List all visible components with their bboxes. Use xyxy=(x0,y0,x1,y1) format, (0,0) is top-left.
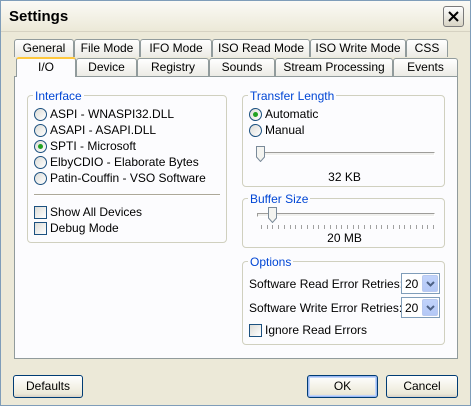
chevron-down-icon xyxy=(426,281,435,287)
tab-events[interactable]: Events xyxy=(393,58,458,76)
slider-tick xyxy=(341,225,343,229)
close-icon xyxy=(448,11,459,22)
slider-tick xyxy=(347,225,348,229)
slider-tick xyxy=(278,225,280,229)
tab-device[interactable]: Device xyxy=(76,58,137,76)
radio-label: ASAPI - ASAPI.DLL xyxy=(50,123,157,137)
radio-label: Automatic xyxy=(265,107,319,121)
slider-tick xyxy=(404,225,406,229)
read-retries-label: Software Read Error Retries: xyxy=(249,277,404,291)
radio-label: ASPI - WNASPI32.DLL xyxy=(50,107,175,121)
slider-tick xyxy=(387,225,389,229)
slider-tick xyxy=(375,225,377,229)
dropdown-button[interactable] xyxy=(422,275,438,292)
slider-tick xyxy=(421,225,423,229)
slider-tick xyxy=(266,225,268,229)
slider-tick xyxy=(427,225,429,229)
options-label: Options xyxy=(248,255,294,269)
slider-tick xyxy=(295,225,297,229)
slider-tick xyxy=(301,225,303,229)
checkbox[interactable] xyxy=(249,324,262,337)
radio-label: Patin-Couffin - VSO Software xyxy=(50,171,206,185)
checkbox-label: Debug Mode xyxy=(50,221,119,235)
radio-label: Manual xyxy=(265,123,305,137)
tab-css[interactable]: CSS xyxy=(406,39,448,57)
slider-tick xyxy=(312,225,314,229)
radio-button-selected[interactable] xyxy=(34,140,47,153)
checkbox-label: Show All Devices xyxy=(50,205,143,219)
read-retries-select[interactable]: 20 xyxy=(401,273,440,294)
radio-button-selected[interactable] xyxy=(249,108,262,121)
tab-ifo-mode[interactable]: IFO Mode xyxy=(140,39,212,57)
checkbox[interactable] xyxy=(34,206,47,219)
slider-thumb[interactable] xyxy=(256,146,265,162)
tab-registry[interactable]: Registry xyxy=(137,58,209,76)
radio-label: ElbyCDIO - Elaborate Bytes xyxy=(50,155,199,169)
settings-window: Settings General File Mode IFO Mode ISO … xyxy=(0,0,471,406)
slider-ticks xyxy=(261,225,434,229)
write-retries-label: Software Write Error Retries: xyxy=(249,301,403,315)
slider-tick xyxy=(283,225,285,229)
slider-tick xyxy=(289,225,291,229)
radio-button[interactable] xyxy=(249,124,262,137)
slider-tick xyxy=(306,225,308,229)
tab-general[interactable]: General xyxy=(14,39,74,57)
slider-tick xyxy=(364,225,366,229)
radio-button[interactable] xyxy=(34,156,47,169)
write-retries-select[interactable]: 20 xyxy=(401,297,440,318)
title-bar: Settings xyxy=(1,1,470,32)
close-button[interactable] xyxy=(443,6,464,27)
transfer-length-label: Transfer Length xyxy=(248,89,337,103)
buffer-size-label: Buffer Size xyxy=(248,192,311,206)
slider-tick xyxy=(398,225,400,229)
slider-tick xyxy=(410,225,412,229)
tab-iso-write-mode[interactable]: ISO Write Mode xyxy=(310,39,406,57)
slider-tick xyxy=(272,225,274,229)
buffer-size-value: 20 MB xyxy=(327,231,362,245)
separator xyxy=(34,194,220,196)
slider-tick xyxy=(352,225,354,229)
slider-tick xyxy=(381,225,383,229)
select-value: 20 xyxy=(405,277,419,291)
slider-tick xyxy=(324,225,326,229)
slider-tick xyxy=(318,225,320,229)
cancel-button[interactable]: Cancel xyxy=(386,375,458,398)
checkbox-label: Ignore Read Errors xyxy=(265,323,368,337)
slider-tick xyxy=(335,225,337,229)
radio-button[interactable] xyxy=(34,108,47,121)
slider-tick xyxy=(358,225,360,229)
ok-button[interactable]: OK xyxy=(307,375,378,398)
tab-io[interactable]: I/O xyxy=(16,57,76,77)
interface-group-label: Interface xyxy=(33,89,84,103)
slider-tick xyxy=(369,225,371,229)
buffer-size-group: Buffer Size 20 MB xyxy=(242,192,445,248)
slider-tick xyxy=(329,225,331,229)
slider-track[interactable] xyxy=(257,152,435,156)
radio-button[interactable] xyxy=(34,172,47,185)
slider-thumb[interactable] xyxy=(268,207,277,223)
transfer-length-value: 32 KB xyxy=(328,170,361,184)
transfer-length-group: Transfer Length Automatic Manual 32 KB xyxy=(242,89,445,187)
options-group: Options Software Read Error Retries: 20 … xyxy=(242,255,445,345)
tab-sounds[interactable]: Sounds xyxy=(209,58,275,76)
select-value: 20 xyxy=(405,301,419,315)
slider-tick xyxy=(392,225,394,229)
radio-button[interactable] xyxy=(34,124,47,137)
slider-tick xyxy=(261,225,262,229)
dropdown-button[interactable] xyxy=(422,299,438,316)
chevron-down-icon xyxy=(426,305,435,311)
radio-label: SPTI - Microsoft xyxy=(50,139,137,153)
tab-iso-read-mode[interactable]: ISO Read Mode xyxy=(212,39,310,57)
interface-group: Interface ASPI - WNASPI32.DLL ASAPI - AS… xyxy=(27,89,227,243)
io-tab-panel: Interface ASPI - WNASPI32.DLL ASAPI - AS… xyxy=(14,76,458,359)
tab-file-mode[interactable]: File Mode xyxy=(74,39,140,57)
checkbox[interactable] xyxy=(34,222,47,235)
slider-tick xyxy=(415,225,417,229)
window-title: Settings xyxy=(9,8,69,25)
defaults-button[interactable]: Defaults xyxy=(13,375,83,398)
tab-stream-processing[interactable]: Stream Processing xyxy=(275,58,393,76)
slider-track[interactable] xyxy=(257,213,435,217)
slider-tick xyxy=(433,225,434,229)
